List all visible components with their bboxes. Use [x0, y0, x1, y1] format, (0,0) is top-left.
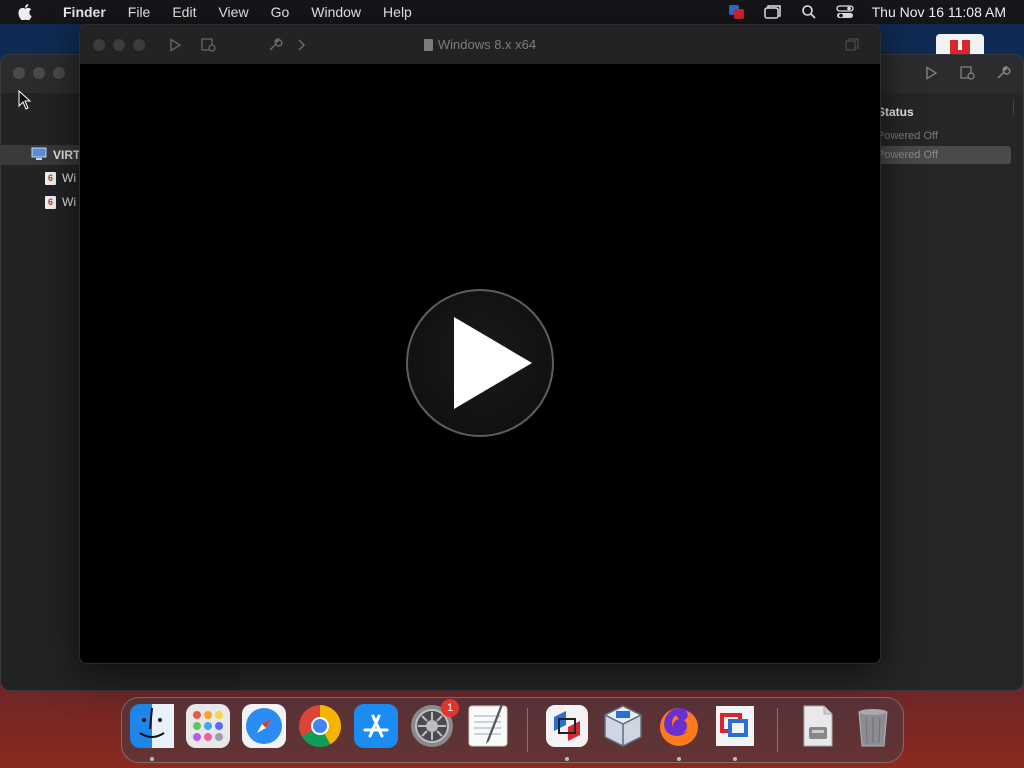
menu-window[interactable]: Window	[300, 0, 372, 24]
window-title-text: Windows 8.x x64	[437, 37, 537, 52]
wrench-icon[interactable]	[995, 65, 1011, 81]
system-settings-icon[interactable]: 1	[409, 699, 459, 749]
status-cell-selected: Powered Off	[873, 146, 1011, 164]
snapshot-icon[interactable]	[959, 65, 975, 81]
running-indicator	[677, 757, 681, 761]
menubar-clock[interactable]: Thu Nov 16 11:08 AM	[872, 4, 1006, 20]
textedit-icon[interactable]	[465, 703, 511, 749]
dock-separator	[777, 708, 778, 752]
vmware-fusion-icon[interactable]	[544, 703, 590, 749]
menu-edit[interactable]: Edit	[161, 0, 207, 24]
dock: 1	[121, 697, 904, 763]
menu-file[interactable]: File	[117, 0, 162, 24]
column-divider	[1013, 99, 1014, 115]
close-button[interactable]	[13, 67, 25, 79]
vm-document-icon	[423, 38, 433, 51]
traffic-lights	[13, 67, 65, 79]
vm-console-titlebar: Windows 8.x x64	[80, 25, 880, 64]
sidebar-item-vm-2[interactable]: 6 Wi	[45, 195, 76, 209]
vm-file-icon: 6	[45, 195, 56, 209]
play-triangle-icon	[454, 317, 532, 409]
sidebar-item-label: Wi	[62, 195, 76, 209]
firefox-icon[interactable]	[656, 703, 702, 749]
sidebar-item-vm-1[interactable]: 6 Wi	[45, 171, 76, 185]
control-center-icon[interactable]	[835, 4, 854, 20]
sidebar-item-label: Wi	[62, 171, 76, 185]
window-title: Windows 8.x x64	[80, 37, 880, 52]
safari-icon[interactable]	[241, 703, 287, 749]
notification-badge: 1	[441, 699, 459, 717]
launchpad-icon[interactable]	[185, 703, 231, 749]
chrome-icon[interactable]	[297, 703, 343, 749]
zoom-button[interactable]	[53, 67, 65, 79]
status-cell: Powered Off	[877, 130, 938, 142]
vmware-status-icon[interactable]	[728, 4, 746, 20]
menubar: Finder File Edit View Go Window Help Thu…	[0, 0, 1024, 24]
mouse-cursor-icon	[18, 89, 32, 115]
parallels-window-peek	[936, 34, 984, 54]
monitor-icon	[31, 147, 47, 164]
parallels-icon[interactable]	[712, 703, 758, 749]
app-store-icon[interactable]	[353, 703, 399, 749]
menu-view[interactable]: View	[207, 0, 259, 24]
finder-icon[interactable]	[129, 703, 175, 749]
run-icon[interactable]	[923, 65, 939, 81]
disk-image-icon[interactable]	[794, 703, 840, 749]
spotlight-search-icon[interactable]	[800, 4, 818, 20]
menu-help[interactable]: Help	[372, 0, 423, 24]
trash-icon[interactable]	[850, 703, 896, 749]
fullscreen-icon[interactable]	[844, 37, 860, 53]
menu-app-name[interactable]: Finder	[52, 0, 117, 24]
status-column-header[interactable]: Status	[877, 105, 914, 119]
minimize-button[interactable]	[33, 67, 45, 79]
menu-go[interactable]: Go	[260, 0, 301, 24]
virtualbox-icon[interactable]	[600, 703, 646, 749]
running-indicator	[150, 757, 154, 761]
running-indicator	[565, 757, 569, 761]
screen-mirroring-icon[interactable]	[763, 4, 782, 20]
vm-console-window: Windows 8.x x64	[79, 24, 881, 664]
apple-icon[interactable]	[18, 4, 38, 20]
vm-file-icon: 6	[45, 171, 56, 185]
running-indicator	[733, 757, 737, 761]
start-vm-play-button[interactable]	[406, 289, 554, 437]
dock-separator	[527, 708, 528, 752]
